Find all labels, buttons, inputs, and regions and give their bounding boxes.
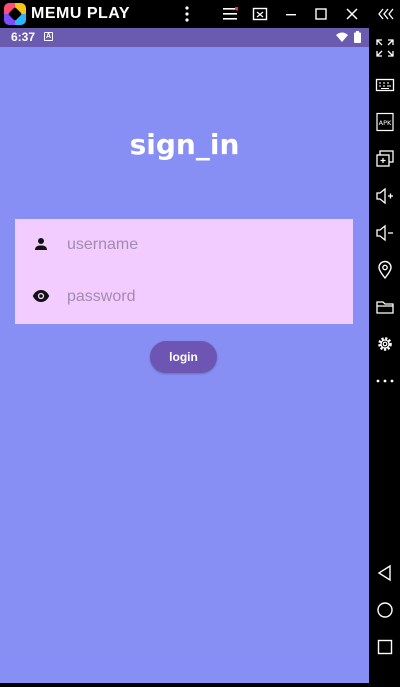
battery-icon <box>354 31 361 43</box>
location-icon[interactable] <box>373 258 397 282</box>
home-icon[interactable] <box>373 598 397 622</box>
bottom-strip <box>0 683 369 687</box>
minimize-icon[interactable] <box>281 4 301 24</box>
status-icons <box>336 31 361 43</box>
password-input[interactable] <box>65 279 335 315</box>
volume-up-icon[interactable] <box>373 184 397 208</box>
password-row <box>15 271 353 323</box>
status-bar: 6:37 A <box>0 28 369 47</box>
login-form <box>15 219 353 324</box>
memu-logo-icon <box>4 3 26 25</box>
person-icon <box>35 238 47 250</box>
more-vert-icon[interactable] <box>177 4 197 24</box>
maximize-icon[interactable] <box>311 4 331 24</box>
username-input[interactable] <box>65 227 335 263</box>
folder-icon[interactable] <box>373 295 397 319</box>
close-icon[interactable] <box>342 4 362 24</box>
menu-icon[interactable] <box>220 4 240 24</box>
back-icon[interactable] <box>373 561 397 585</box>
screenshot-icon[interactable] <box>250 4 270 24</box>
page-title: sign_in <box>129 128 240 161</box>
fullscreen-icon[interactable] <box>373 36 397 60</box>
more-icon[interactable] <box>373 369 397 393</box>
volume-down-icon[interactable] <box>373 221 397 245</box>
collapse-sidebar-icon[interactable] <box>377 4 397 24</box>
settings-icon[interactable] <box>373 332 397 356</box>
apk-label: APK <box>379 119 392 127</box>
app-indicator-icon: A <box>44 32 53 41</box>
login-button[interactable]: login <box>150 341 217 373</box>
wifi-icon <box>336 32 348 42</box>
status-time: 6:37 <box>11 30 36 44</box>
apk-icon[interactable]: APK <box>373 110 397 134</box>
emulator-sidebar: APK <box>369 28 400 687</box>
keyboard-icon[interactable] <box>373 73 397 97</box>
multi-instance-icon[interactable] <box>373 147 397 171</box>
recents-icon[interactable] <box>373 635 397 659</box>
android-screen: 6:37 A sign_in login <box>0 28 369 683</box>
username-row <box>15 219 353 271</box>
emulator-titlebar: MEMU PLAY <box>0 0 400 28</box>
brand: MEMU PLAY <box>4 2 130 26</box>
eye-icon[interactable] <box>32 287 50 305</box>
brand-name: MEMU PLAY <box>31 5 131 22</box>
